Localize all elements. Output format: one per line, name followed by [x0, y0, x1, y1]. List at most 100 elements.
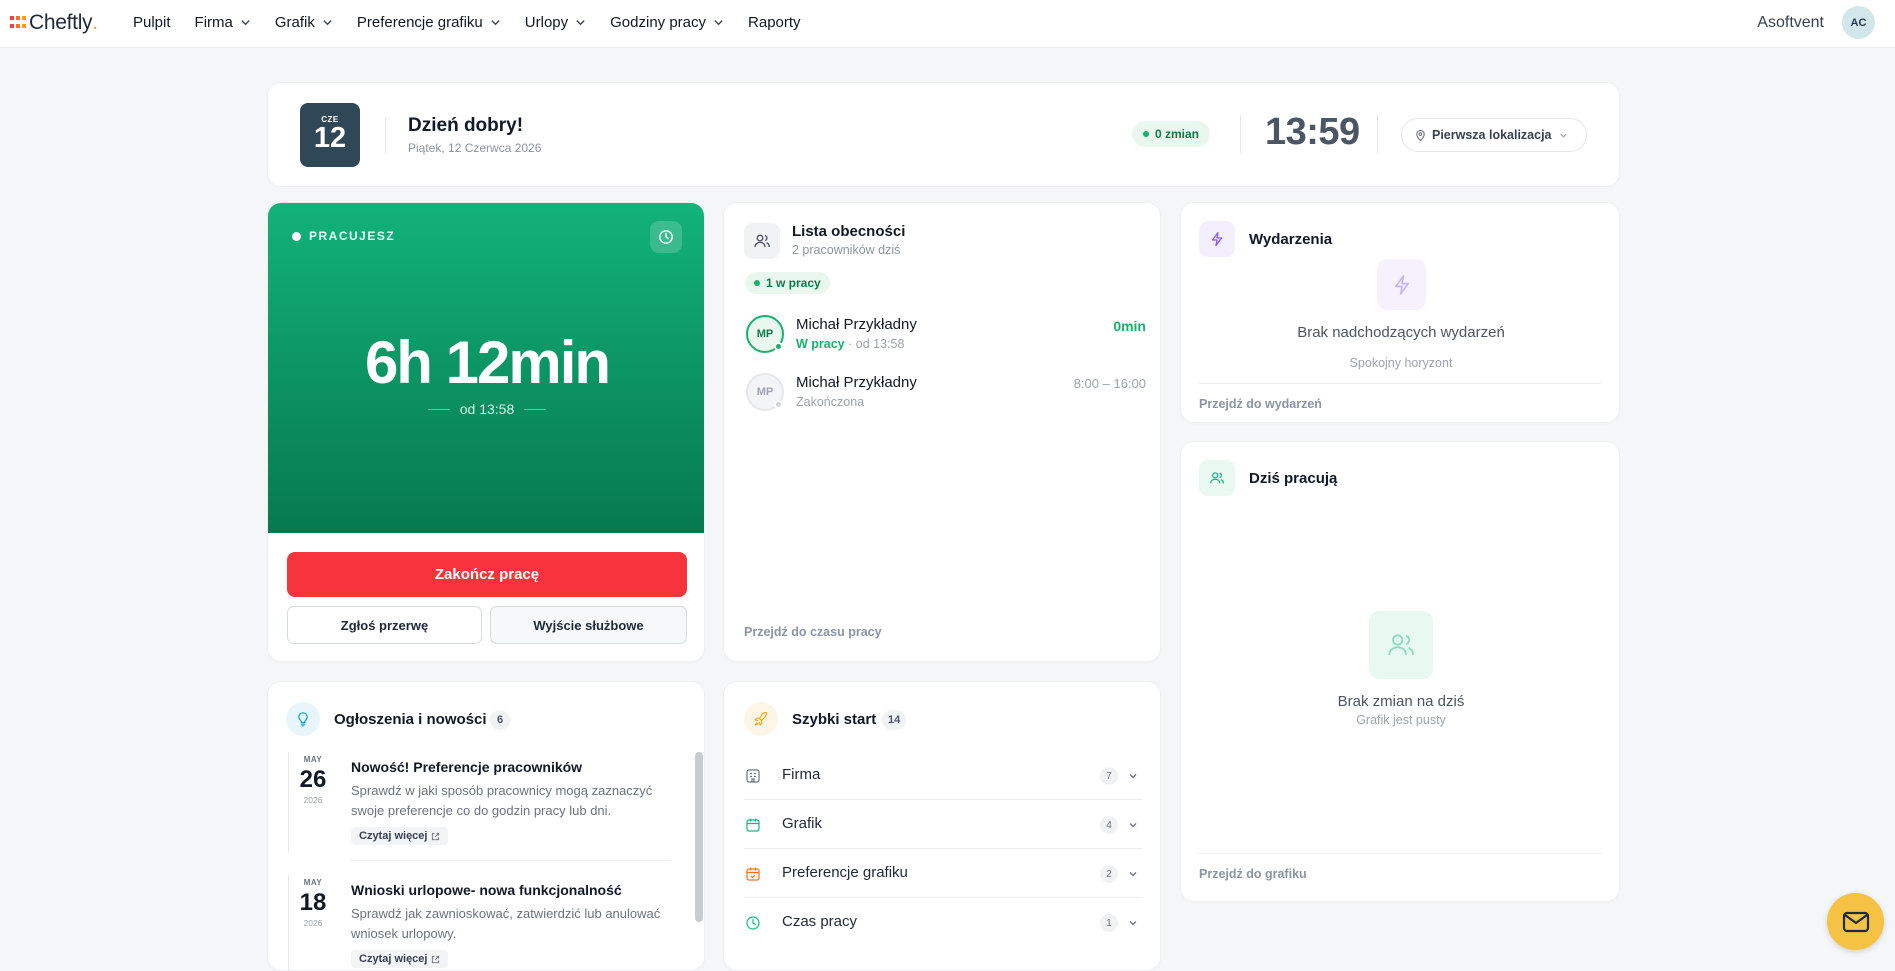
- today-empty-title: Brak zmian na dziś: [1337, 693, 1465, 710]
- employee-status: Zakończona: [796, 395, 865, 409]
- cheftly-logo[interactable]: Cheftly.: [10, 11, 98, 35]
- user-avatar[interactable]: AC: [1842, 6, 1875, 39]
- report-break-button[interactable]: Zgłoś przerwę: [287, 606, 482, 644]
- events-title: Wydarzenia: [1249, 231, 1333, 248]
- news-month: MAY: [303, 755, 323, 764]
- events-card: Wydarzenia Brak nadchodzących wydarzeń S…: [1180, 202, 1620, 423]
- quick-start-item-grafik[interactable]: Grafik 4: [744, 801, 1142, 849]
- greeting-card: CZE 12 Dzień dobry! Piątek, 12 Czerwca 2…: [267, 82, 1620, 187]
- quick-start-item-count: 4: [1100, 816, 1118, 834]
- attendance-card: Lista obecności 2 pracowników dziś 1 w p…: [723, 202, 1161, 662]
- employee-status-extra: · od 13:58: [844, 337, 905, 351]
- clock-icon: [659, 230, 673, 244]
- history-button[interactable]: [650, 221, 682, 253]
- shift-hours: 8:00 – 16:00: [1073, 376, 1146, 391]
- news-year: 2026: [303, 918, 323, 928]
- users-icon: [1388, 634, 1414, 656]
- nav-item-firma[interactable]: Firma: [195, 14, 251, 31]
- today-empty-subtitle: Grafik jest pusty: [1356, 713, 1446, 727]
- building-icon: [746, 769, 760, 783]
- news-day: 18: [299, 889, 327, 916]
- date-badge-day-number: 12: [313, 122, 347, 154]
- nav-item-label: Godziny pracy: [610, 14, 707, 31]
- nav-item-pulpit[interactable]: Pulpit: [133, 14, 171, 31]
- quick-start-item-count: 2: [1100, 865, 1118, 883]
- divider: [385, 117, 386, 153]
- nav-item-urlopy[interactable]: Urlopy: [525, 14, 586, 31]
- shifts-count-pill: 0 zmian: [1132, 121, 1211, 147]
- decor-line: [427, 408, 450, 410]
- read-more-label: Czytaj więcej: [359, 830, 428, 842]
- read-more-link[interactable]: Czytaj więcej: [351, 827, 449, 845]
- external-link-icon: [432, 832, 440, 840]
- top-navbar: Cheftly. Pulpit Firma Grafik Preferencje…: [0, 0, 1895, 48]
- messages-button[interactable]: [1827, 893, 1884, 950]
- avatar: MP: [746, 315, 784, 353]
- worked-time: 0min: [1113, 318, 1146, 334]
- offline-status-dot: [774, 400, 783, 409]
- quick-start-item-czas-pracy[interactable]: Czas pracy 1: [744, 899, 1142, 947]
- status-dot: [292, 231, 301, 241]
- divider: [351, 860, 671, 861]
- company-name[interactable]: Asoftvent: [1757, 14, 1824, 32]
- nav-item-raporty[interactable]: Raporty: [748, 14, 801, 31]
- chevron-down-icon: [1559, 133, 1567, 138]
- divider: [1199, 383, 1601, 384]
- divider: [1377, 115, 1378, 153]
- location-selector[interactable]: Pierwsza lokalizacja: [1401, 118, 1587, 152]
- news-day: 26: [299, 766, 327, 793]
- business-exit-button[interactable]: Wyjście służbowe: [490, 606, 687, 644]
- news-item-title: Wnioski urlopowe- nowa funkcjonalność: [351, 882, 622, 898]
- news-month: MAY: [303, 878, 323, 887]
- quick-start-item-label: Preferencje grafiku: [782, 864, 908, 881]
- map-pin-icon: [1416, 129, 1425, 141]
- events-icon-box: [1199, 221, 1235, 257]
- quick-start-item-firma[interactable]: Firma 7: [744, 752, 1142, 800]
- employee-name: Michał Przykładny: [796, 316, 917, 333]
- nav-item-grafik[interactable]: Grafik: [275, 14, 333, 31]
- lightning-icon: [1211, 231, 1223, 247]
- quick-start-card: Szybki start 14 Firma 7 Grafik 4 Prefere…: [723, 681, 1161, 971]
- events-empty-subtitle: Spokojny horyzont: [1349, 356, 1453, 370]
- nav-item-label: Urlopy: [524, 14, 569, 31]
- nav-item-godziny-pracy[interactable]: Godziny pracy: [610, 14, 724, 31]
- today-title: Dziś pracują: [1249, 470, 1338, 487]
- at-work-label: 1 w pracy: [766, 276, 821, 290]
- chevron-down-icon: [323, 20, 332, 26]
- users-icon: [1210, 472, 1225, 484]
- mail-icon: [1842, 911, 1869, 932]
- avatar-initials: MP: [756, 386, 774, 398]
- go-to-schedule-link[interactable]: Przejdź do grafiku: [1199, 867, 1307, 881]
- nav-user-area: Asoftvent AC: [1757, 6, 1875, 39]
- scrollbar[interactable]: [695, 752, 703, 922]
- today-working-card: Dziś pracują Brak zmian na dziś Grafik j…: [1180, 441, 1620, 902]
- main-menu: Pulpit Firma Grafik Preferencje grafiku …: [133, 0, 825, 45]
- go-to-events-link[interactable]: Przejdź do wydarzeń: [1199, 397, 1322, 411]
- attendance-row[interactable]: MP Michał Przykładny Zakończona 8:00 – 1…: [746, 373, 1146, 415]
- avatar: MP: [746, 373, 784, 411]
- news-count-badge: 6: [490, 710, 510, 730]
- calendar-icon: [746, 818, 760, 832]
- quick-start-item-preferencje-grafiku[interactable]: Preferencje grafiku 2: [744, 850, 1142, 898]
- work-since-label: od 13:58: [459, 401, 515, 417]
- go-to-work-time-link[interactable]: Przejdź do czasu pracy: [744, 625, 882, 639]
- greeting-date: Piątek, 12 Czerwca 2026: [408, 141, 542, 155]
- divider: [1240, 115, 1241, 153]
- lightbulb-icon: [298, 712, 308, 727]
- clock-icon: [746, 916, 760, 930]
- end-work-button[interactable]: Zakończ pracę: [287, 552, 687, 597]
- attendance-row[interactable]: MP Michał Przykładny W pracy · od 13:58 …: [746, 315, 1146, 357]
- quick-start-item-label: Grafik: [782, 815, 823, 832]
- employee-status: W pracy · od 13:58: [796, 337, 904, 351]
- logo-dot: .: [92, 11, 99, 34]
- read-more-label: Czytaj więcej: [359, 953, 428, 965]
- nav-item-preferencje-grafiku[interactable]: Preferencje grafiku: [357, 14, 501, 31]
- read-more-link[interactable]: Czytaj więcej: [351, 950, 449, 968]
- nav-item-label: Raporty: [748, 14, 801, 31]
- employee-name: Michał Przykładny: [796, 374, 917, 391]
- status-dot: [754, 280, 760, 286]
- logo-mark-icon: [10, 16, 26, 30]
- lightning-icon: [1394, 274, 1409, 295]
- attendance-title: Lista obecności: [792, 223, 906, 240]
- nav-item-label: Preferencje grafiku: [356, 14, 483, 31]
